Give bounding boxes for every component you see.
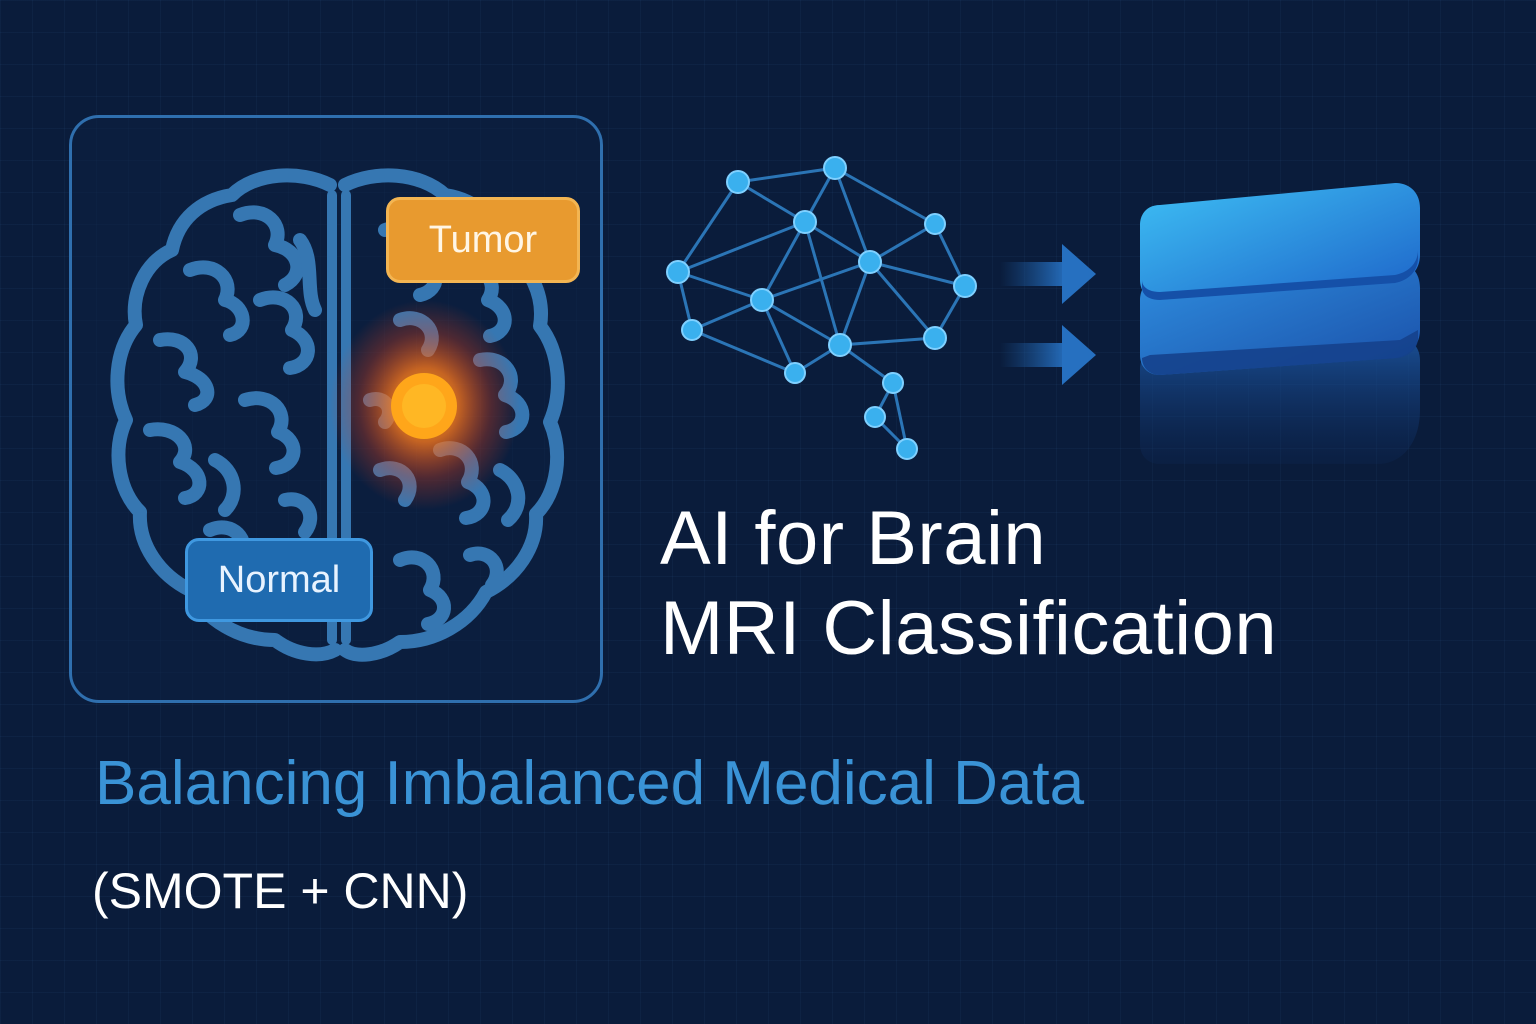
tumor-highlight [330,300,520,510]
stacked-layers-icon [1140,183,1420,464]
tumor-label: Tumor [386,197,580,283]
title-line-1: AI for Brain [660,496,1047,581]
page-title: AI for Brain MRI Classification [660,494,1520,674]
title-line-2: MRI Classification [660,586,1278,671]
arrow-right-icon [1000,244,1096,385]
normal-label: Normal [185,538,373,622]
poster-canvas: Tumor Normal AI for Brain MRI Classifica… [0,0,1536,1024]
subtitle: Balancing Imbalanced Medical Data [95,749,1085,818]
method-caption: (SMOTE + CNN) [92,863,469,919]
neural-network-brain-icon [666,156,977,460]
